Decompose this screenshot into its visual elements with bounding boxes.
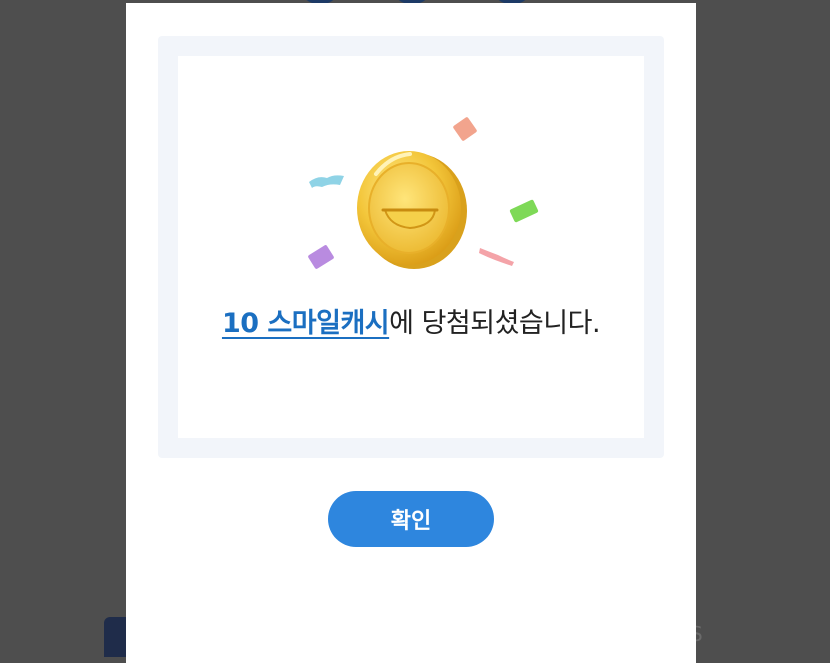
prize-dialog: 10 스마일캐시에 당첨되셨습니다. 확인 <box>126 3 696 663</box>
gold-coin-confetti-icon <box>308 117 539 269</box>
prize-card: 10 스마일캐시에 당첨되셨습니다. <box>178 56 644 438</box>
prize-message-suffix: 에 당첨되셨습니다. <box>389 308 601 339</box>
confirm-button[interactable]: 확인 <box>328 491 494 547</box>
prize-message: 10 스마일캐시에 당첨되셨습니다. <box>178 301 644 340</box>
prize-card-frame: 10 스마일캐시에 당첨되셨습니다. <box>158 36 664 458</box>
prize-amount-link[interactable]: 10 스마일캐시 <box>222 308 390 339</box>
